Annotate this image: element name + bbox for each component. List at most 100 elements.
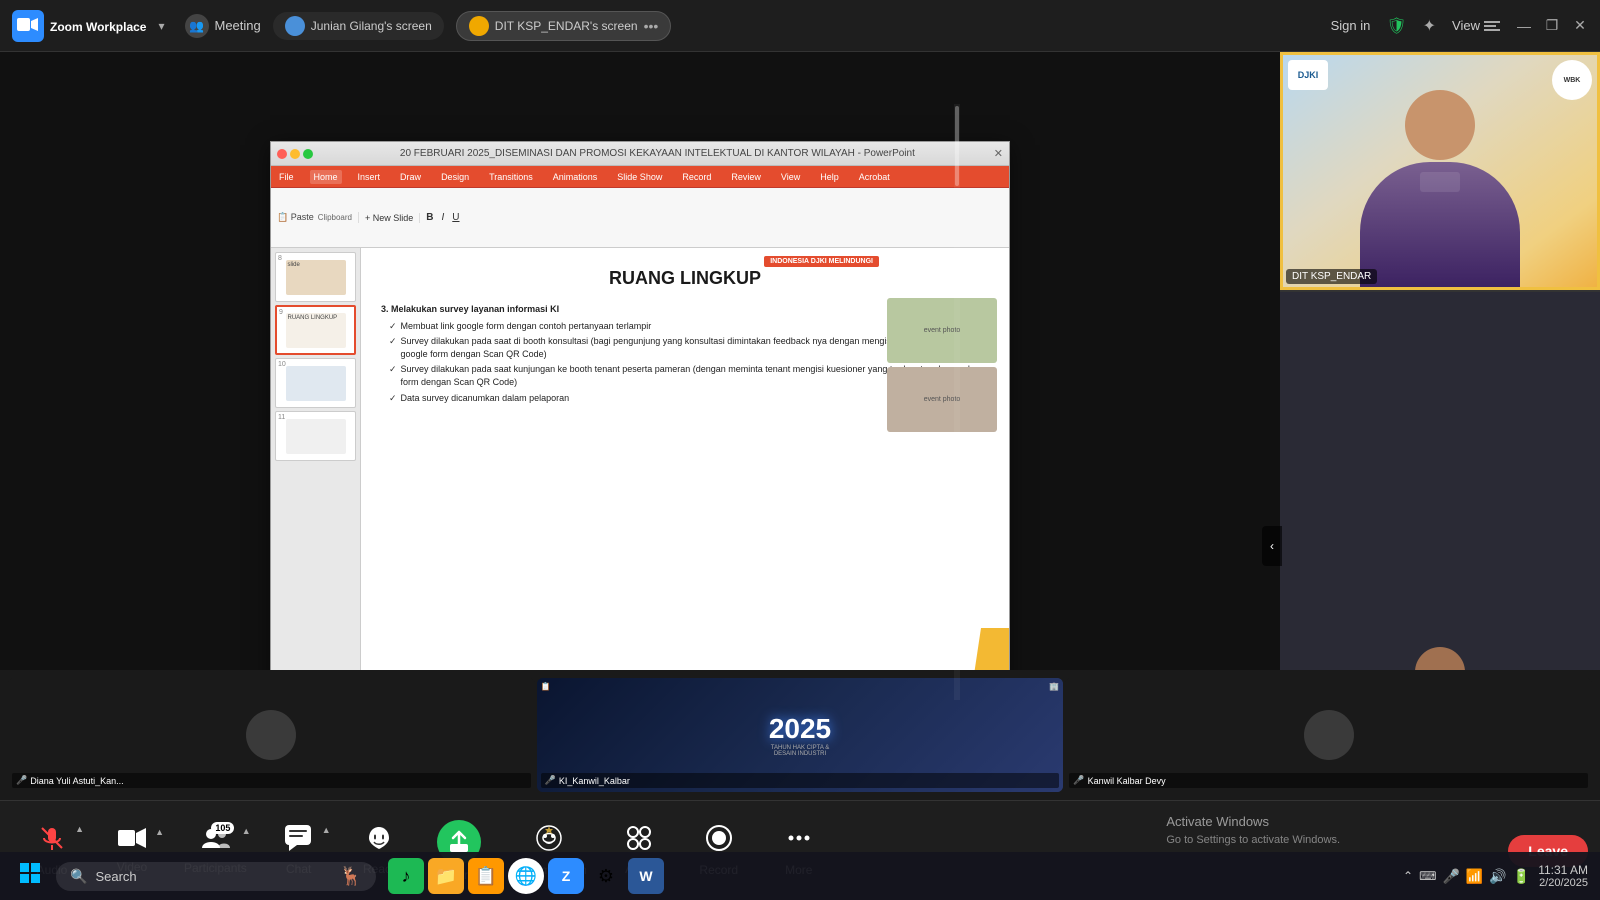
ppt-maximize-icon[interactable] <box>303 149 313 159</box>
taskbar-app-chrome[interactable]: 🌐 <box>508 858 544 894</box>
ppt-bold-btn[interactable]: B <box>426 212 433 223</box>
signin-button[interactable]: Sign in <box>1331 18 1371 33</box>
thumb-devy[interactable]: 🎤 Kanwil Kalbar Devy <box>1065 678 1592 792</box>
taskbar-search[interactable]: 🔍 Search 🦌 <box>56 862 376 891</box>
activate-windows-banner: Activate Windows Go to Settings to activ… <box>1166 812 1340 848</box>
slide-img-1: event photo <box>887 298 997 363</box>
thumb-2025-year: 2025 <box>760 713 840 745</box>
thumb-devy-mute-icon: 🎤 <box>1073 775 1084 786</box>
taskbar-app-explorer[interactable]: 📁 <box>428 858 464 894</box>
thumb-diana-name: 🎤 Diana Yuli Astuti_Kan... <box>12 773 531 788</box>
screen-share-avatar-1 <box>285 16 305 36</box>
taskbar-sys-icons: ⌃ ⌨ 🎤 📶 🔊 🔋 <box>1403 868 1530 885</box>
taskbar-volume-icon[interactable]: 🔊 <box>1489 868 1506 885</box>
taskbar-keyboard-icon: ⌨ <box>1419 869 1436 883</box>
ppt-italic-btn[interactable]: I <box>442 212 445 223</box>
slide-title: RUANG LINGKUP <box>381 268 989 289</box>
shield-icon: 🛡 <box>1386 16 1406 36</box>
clock-date: 2/20/2025 <box>1538 877 1588 889</box>
start-button[interactable] <box>12 858 48 894</box>
screen-share-more-icon[interactable]: ••• <box>644 18 659 34</box>
screen-share-tab-1[interactable]: Junian Gilang's screen <box>273 12 444 40</box>
zoom-chevron-icon[interactable]: ▾ <box>158 19 164 33</box>
screen-share-tab-2[interactable]: DIT KSP_ENDAR's screen ••• <box>456 11 672 41</box>
participants-count: 105 <box>211 822 234 834</box>
ppt-tab-file[interactable]: File <box>275 170 298 184</box>
ppt-title: 20 FEBRUARI 2025_DISEMINASI DAN PROMOSI … <box>321 148 994 159</box>
ppt-tab-home[interactable]: Home <box>310 170 342 184</box>
ppt-close-btn[interactable]: ✕ <box>994 147 1003 160</box>
taskbar-mic-icon: 🎤 <box>1442 868 1459 885</box>
ppt-new-slide-btn[interactable]: + New Slide <box>365 213 413 223</box>
ppt-window: 20 FEBRUARI 2025_DISEMINASI DAN PROMOSI … <box>270 141 1010 711</box>
taskbar-search-icon: 🔍 <box>70 868 87 885</box>
taskbar-app-notepad[interactable]: 📋 <box>468 858 504 894</box>
ppt-tab-help[interactable]: Help <box>816 170 843 184</box>
taskbar-app-settings[interactable]: ⚙ <box>588 858 624 894</box>
ppt-tab-record[interactable]: Record <box>678 170 715 184</box>
scroll-thumb <box>955 106 959 186</box>
thumb-diana[interactable]: 🎤 Diana Yuli Astuti_Kan... <box>8 678 535 792</box>
ppt-slide-thumb-10[interactable]: 10 <box>275 358 356 408</box>
activate-windows-sub: Go to Settings to activate Windows. <box>1166 832 1340 849</box>
thumb-ki-kanwil[interactable]: 2025 TAHUN HAK CIPTA & DESAIN INDUSTRI 📋… <box>537 678 1064 792</box>
clock-time: 11:31 AM <box>1538 863 1588 877</box>
top-bar-right: Sign in 🛡 ✦ View — ❐ ✕ <box>1331 16 1588 36</box>
thumb-devy-name: 🎤 Kanwil Kalbar Devy <box>1069 773 1588 788</box>
collapse-arrow[interactable]: ‹ <box>1262 526 1282 566</box>
ppt-tab-animations[interactable]: Animations <box>549 170 602 184</box>
ppt-ribbon: File Home Insert Draw Design Transitions… <box>271 166 1009 188</box>
thumb-2025-sub: TAHUN HAK CIPTA & DESAIN INDUSTRI <box>760 745 840 757</box>
audio-chevron-icon: ▲ <box>75 824 84 834</box>
wbk-badge: WBK <box>1552 60 1592 100</box>
ppt-tab-review[interactable]: Review <box>727 170 765 184</box>
person-head-top <box>1405 90 1475 160</box>
screen-share-label-2: DIT KSP_ENDAR's screen <box>495 19 638 33</box>
taskbar-clock[interactable]: 11:31 AM 2/20/2025 <box>1538 863 1588 889</box>
taskbar-app-zoom[interactable]: Z <box>548 858 584 894</box>
chat-chevron-icon: ▲ <box>322 825 331 835</box>
meeting-label: Meeting <box>215 18 261 33</box>
taskbar-search-logo: 🦌 <box>340 866 362 887</box>
taskbar-wifi-icon: 📶 <box>1466 868 1483 885</box>
taskbar-battery-icon: 🔋 <box>1513 868 1530 885</box>
taskbar-app-word[interactable]: W <box>628 858 664 894</box>
ppt-tab-design[interactable]: Design <box>437 170 473 184</box>
minimize-button[interactable]: — <box>1516 18 1532 34</box>
scroll-bar[interactable] <box>954 104 960 700</box>
taskbar-arrow-icon[interactable]: ⌃ <box>1403 869 1413 883</box>
window-controls: — ❐ ✕ <box>1516 18 1588 34</box>
ppt-paste-btn[interactable]: 📋 Paste <box>277 212 314 223</box>
ppt-slide-thumb-11[interactable]: 11 <box>275 411 356 461</box>
thumb-ki-mute-icon: 🎤 <box>545 775 556 786</box>
ppt-window-controls <box>277 149 313 159</box>
close-button[interactable]: ✕ <box>1572 18 1588 34</box>
thumb-8-content: slide <box>286 260 346 295</box>
ppt-slide-thumb-8[interactable]: 8 slide <box>275 252 356 302</box>
taskbar-search-text: Search <box>95 869 136 884</box>
ppt-format-group: B I U <box>426 212 1003 223</box>
piki-badge: DJKI <box>1288 60 1328 90</box>
ppt-slides-group: + New Slide <box>365 213 420 223</box>
screen-share-avatar-2 <box>469 16 489 36</box>
ppt-tab-transitions[interactable]: Transitions <box>485 170 537 184</box>
ppt-tab-insert[interactable]: Insert <box>354 170 385 184</box>
slide-images: event photo event photo <box>887 298 997 432</box>
taskbar-app-spotify[interactable]: ♪ <box>388 858 424 894</box>
ppt-tab-slideshow[interactable]: Slide Show <box>613 170 666 184</box>
ppt-close-icon[interactable] <box>277 149 287 159</box>
ppt-tab-acrobat[interactable]: Acrobat <box>855 170 894 184</box>
meeting-tab[interactable]: 👥 Meeting <box>185 14 261 38</box>
ppt-tab-draw[interactable]: Draw <box>396 170 425 184</box>
maximize-button[interactable]: ❐ <box>1544 18 1560 34</box>
zoom-logo[interactable]: Zoom Workplace <box>12 10 146 42</box>
ppt-underline-btn[interactable]: U <box>452 212 459 223</box>
activate-windows-title: Activate Windows <box>1166 812 1340 832</box>
taskbar-right: ⌃ ⌨ 🎤 📶 🔊 🔋 11:31 AM 2/20/2025 <box>1403 863 1588 889</box>
person-body-top <box>1360 162 1520 290</box>
thumb-devy-avatar <box>1304 710 1354 760</box>
ppt-minimize-icon[interactable] <box>290 149 300 159</box>
view-button[interactable]: View <box>1452 18 1500 33</box>
ppt-slide-thumb-9[interactable]: 9 RUANG LINGKUP <box>275 305 356 355</box>
ppt-tab-view[interactable]: View <box>777 170 804 184</box>
